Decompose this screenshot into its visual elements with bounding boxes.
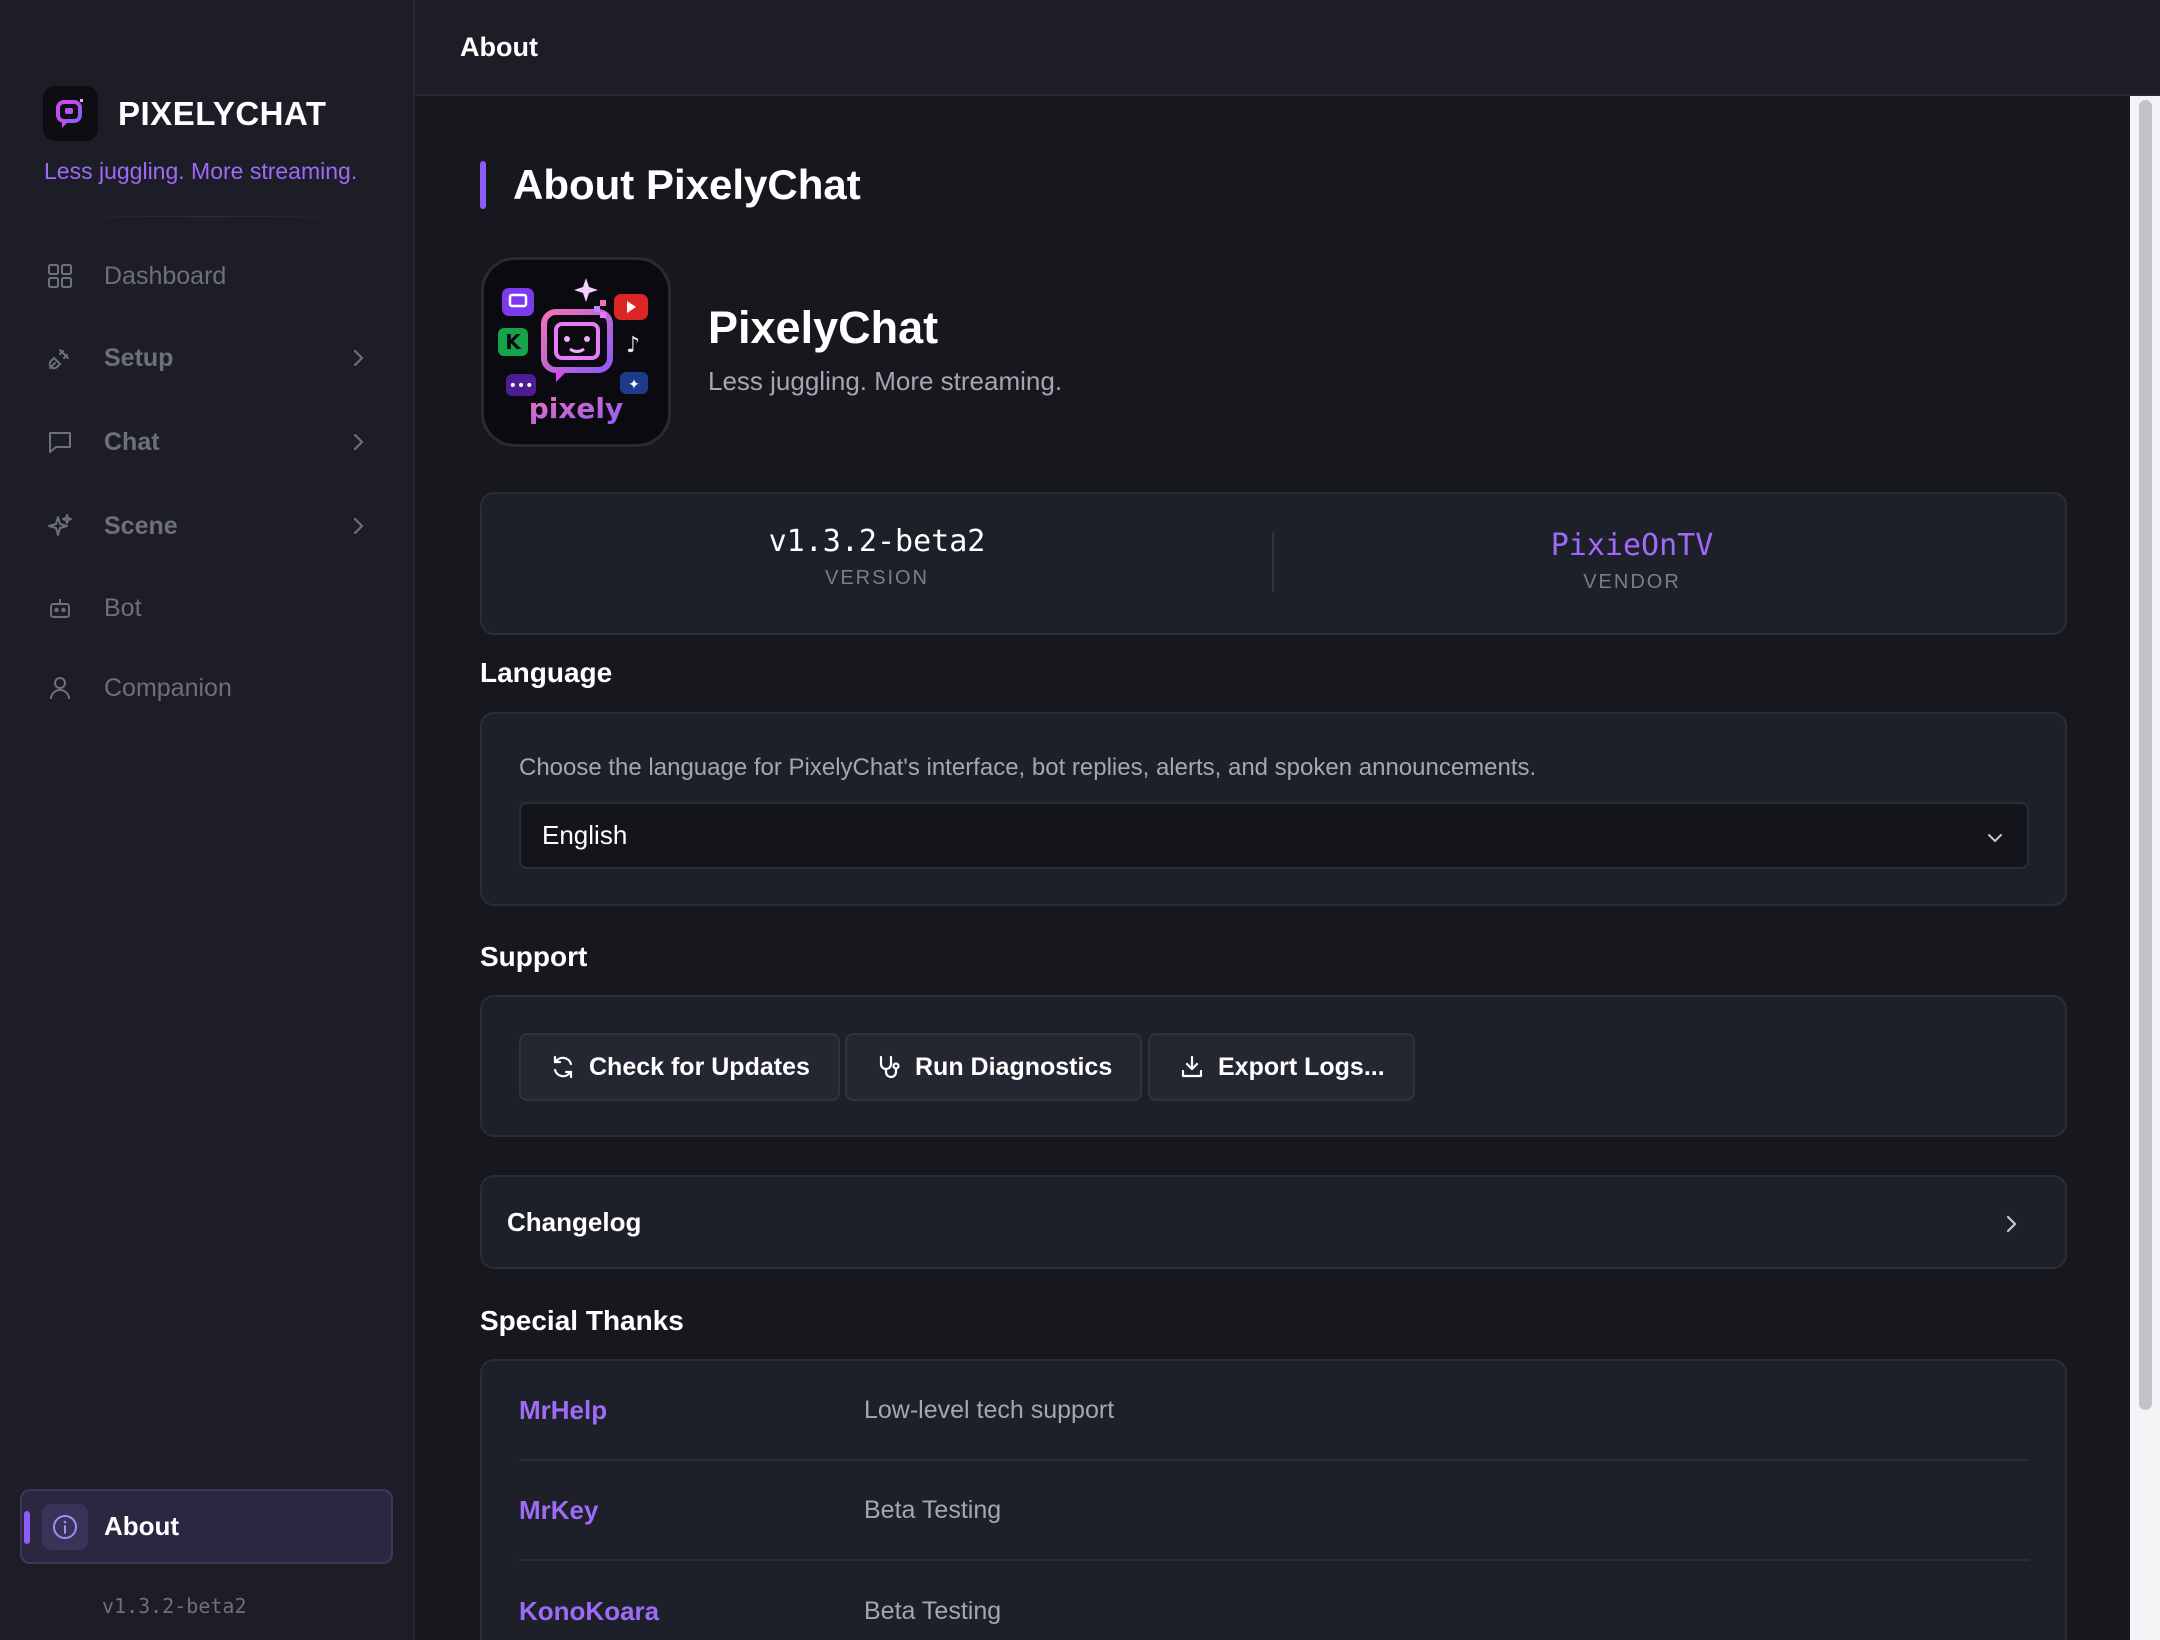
sidebar-item-label: Setup [104,343,174,372]
sidebar-item-chat[interactable]: Chat [44,412,374,472]
vendor-block: PixieOnTV VENDOR [1282,528,1982,594]
version-label: VERSION [824,567,930,589]
thanks-heading: Special Thanks [480,1305,684,1336]
sidebar-item-dashboard[interactable]: Dashboard [44,246,374,306]
top-bar: About [415,0,2160,96]
sidebar: PIXELYCHAT Less juggling. More streaming… [0,0,415,1640]
app-tagline: Less juggling. More streaming. [708,366,1063,396]
message-square-icon [44,426,76,458]
info-icon [42,1503,88,1550]
user-icon [44,672,76,704]
header-title: About [460,32,538,62]
sidebar-item-about[interactable]: About [20,1489,393,1564]
stethoscope-icon [875,1053,903,1081]
brand: PIXELYCHAT [43,86,327,141]
sidebar-version: v1.3.2-beta2 [102,1594,247,1618]
version-value: v1.3.2-beta2 [768,524,986,559]
vendor-label: VENDOR [1583,571,1681,593]
brand-tagline: Less juggling. More streaming. [44,158,358,184]
main-content: About PixelyChat K ♪ ••• ✦ pixely Pixely… [415,96,2130,1640]
run-diagnostics-button[interactable]: Run Diagnostics [845,1033,1143,1101]
info-divider [1272,532,1274,592]
button-label: Check for Updates [589,1052,810,1081]
chevron-down-icon [1983,826,2007,855]
chevron-right-icon [1997,1210,2025,1243]
thanks-row: MrHelp Low-level tech support [519,1361,2029,1461]
thanks-row: MrKey Beta Testing [519,1461,2029,1561]
plug-icon [44,342,76,374]
thanks-role: Beta Testing [864,1596,1002,1625]
sidebar-item-companion[interactable]: Companion [44,658,374,718]
svg-text:K: K [505,330,522,354]
refresh-icon [549,1053,577,1081]
export-logs-button[interactable]: Export Logs... [1148,1033,1415,1101]
button-label: Run Diagnostics [915,1052,1113,1081]
sidebar-item-label: Companion [104,673,232,702]
brand-name: PIXELYCHAT [118,94,327,132]
thanks-role: Low-level tech support [864,1395,1115,1424]
check-updates-button[interactable]: Check for Updates [519,1033,840,1101]
button-label: Export Logs... [1218,1052,1385,1081]
chevron-right-icon [342,342,374,381]
app-name: PixelyChat [708,302,939,353]
vendor-value: PixieOnTV [1550,528,1714,563]
page-title-wrap: About PixelyChat [480,160,861,210]
changelog-toggle[interactable]: Changelog [480,1175,2067,1269]
language-heading: Language [480,657,613,688]
app-icon-wordmark: pixely [529,392,624,425]
thanks-name: KonoKoara [519,1595,660,1626]
thanks-name: MrKey [519,1494,599,1525]
sidebar-divider [60,216,360,217]
support-card: Check for Updates Run Diagnostics Export… [480,995,2067,1137]
sidebar-item-label: Bot [104,593,142,622]
sidebar-item-label: About [104,1511,180,1541]
info-card: v1.3.2-beta2 VERSION PixieOnTV VENDOR [480,492,2067,635]
thanks-role: Beta Testing [864,1495,1002,1524]
thanks-name: MrHelp [519,1394,608,1425]
grid-icon [44,260,76,292]
sidebar-item-label: Scene [104,511,178,540]
changelog-label: Changelog [507,1206,642,1237]
chevron-right-icon [342,426,374,465]
sparkles-icon [44,510,76,542]
svg-text:♪: ♪ [626,333,640,358]
language-description: Choose the language for PixelyChat's int… [519,754,1537,781]
thanks-card: MrHelp Low-level tech support MrKey Beta… [480,1359,2067,1640]
bot-icon [44,592,76,624]
support-heading: Support [480,941,588,972]
sidebar-item-setup[interactable]: Setup [44,328,374,388]
title-accent-bar [480,161,486,209]
page-title: About PixelyChat [513,161,861,208]
thanks-row: KonoKoara Beta Testing [519,1561,2029,1640]
sidebar-item-label: Chat [104,427,160,456]
language-select[interactable]: English [519,802,2029,869]
active-indicator [24,1511,30,1544]
chevron-right-icon [342,510,374,549]
scrollbar-thumb[interactable] [2139,100,2152,1410]
version-block: v1.3.2-beta2 VERSION [527,524,1227,590]
brand-logo [43,86,98,141]
language-card: Choose the language for PixelyChat's int… [480,712,2067,906]
sidebar-item-bot[interactable]: Bot [44,578,374,638]
sidebar-item-label: Dashboard [104,261,227,290]
download-icon [1178,1053,1206,1081]
app-icon: K ♪ ••• ✦ pixely [481,257,671,447]
main-scrollbar[interactable] [2130,96,2160,1640]
sidebar-item-scene[interactable]: Scene [44,496,374,556]
svg-text:✦: ✦ [628,377,640,393]
language-select-value: English [542,820,628,850]
